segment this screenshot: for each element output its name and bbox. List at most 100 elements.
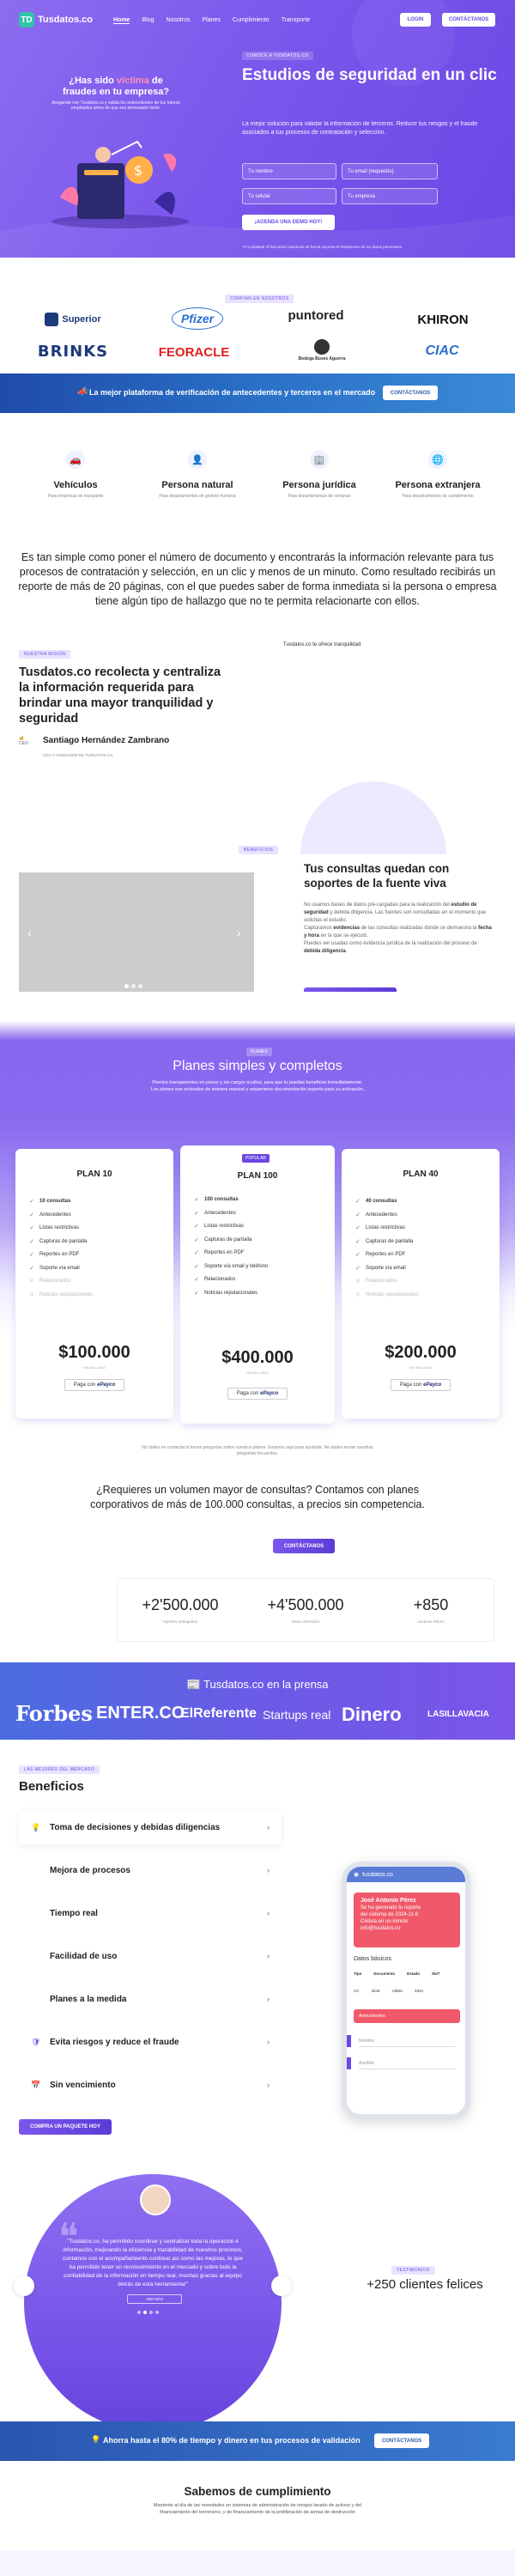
plan-feature: ✓ Noticias reputacionales <box>194 1287 268 1301</box>
testimonial-dot[interactable] <box>143 2311 147 2314</box>
schedule-demo-button[interactable]: ¡AGENDA UNA DEMO HOY! <box>242 215 335 230</box>
benefit-label: Sin vencimiento <box>50 2080 116 2090</box>
carousel-dots[interactable] <box>124 984 142 988</box>
category-persona-extranjera[interactable]: 🌐 Persona extranjera Para departamentos … <box>378 450 498 499</box>
nav-link-planes[interactable]: Planes <box>202 17 220 24</box>
testimonial-dots[interactable] <box>137 2311 159 2314</box>
compliance-title: Sabemos de cumplimiento <box>184 2485 331 2498</box>
nav-link-blog[interactable]: Blog <box>142 17 154 24</box>
carousel-dot[interactable] <box>124 984 129 988</box>
decorative-blob <box>300 781 446 854</box>
newspaper-icon: 📰 <box>186 1678 201 1691</box>
pay-with-epayco-button[interactable]: Paga con ePayco <box>64 1379 124 1391</box>
testimonial-more-button[interactable]: VER MÁS <box>127 2294 182 2304</box>
chevron-right-icon: › <box>267 1909 270 1917</box>
pay-with-epayco-button[interactable]: Paga con ePayco <box>391 1379 451 1391</box>
ceo-signature: ✍ CEO <box>19 736 28 746</box>
clients-tag: CONFÍAN EN NOSOTROS <box>225 295 294 303</box>
phone-field: Nombre <box>359 2035 455 2047</box>
check-icon: ✓ <box>194 1290 199 1297</box>
nav-link-cumplimiento[interactable]: Cumplimiento <box>233 17 270 24</box>
testimonial-dot[interactable] <box>149 2311 153 2314</box>
benefit-label: Evita riesgos y reduce el fraude <box>50 2037 179 2047</box>
login-button[interactable]: LOGIN <box>400 13 431 27</box>
company-input[interactable]: Tu empresa <box>342 188 438 204</box>
platform-banner-text: La mejor plataforma de verificación de a… <box>89 388 376 397</box>
benefit-item[interactable]: Mejora de procesos › <box>19 1853 282 1887</box>
press-logo-dinero: Dinero <box>342 1704 402 1725</box>
carousel-dot[interactable] <box>131 984 136 988</box>
pay-with-epayco-button[interactable]: Paga con ePayco <box>227 1388 288 1400</box>
nav-link-nosotros[interactable]: Nosotros <box>166 17 190 24</box>
check-icon: ✓ <box>29 1212 34 1218</box>
check-icon: ✓ <box>29 1199 34 1205</box>
corporate-contact-button[interactable]: CONTÁCTANOS <box>273 1539 335 1553</box>
benefit-item[interactable]: 📅 Sin vencimiento › <box>19 2068 282 2102</box>
check-icon: ✓ <box>29 1238 34 1245</box>
calendar-icon: 📅 <box>31 2080 41 2089</box>
testimonial-dot[interactable] <box>155 2311 159 2314</box>
testimonial-next-button[interactable] <box>271 2275 292 2296</box>
plan-feature: ✓ Antecedentes <box>29 1209 93 1223</box>
testimonials-tag: TESTIMONIOS <box>391 2266 435 2275</box>
plan-features: ✓ 40 consultas ✓ Antecedentes ✓ Listas restri… <box>355 1195 419 1302</box>
phone-report-card: José Antonio Pérez Se ha generado tu rep… <box>354 1893 460 1947</box>
evidence-carousel[interactable]: ‹ › <box>19 872 254 994</box>
category-name: Persona jurídica <box>282 480 356 490</box>
phone-input[interactable]: Tu celular <box>242 188 336 204</box>
benefit-item[interactable]: 🛡 Evita riesgos y reduce el fraude › <box>19 2025 282 2059</box>
logo-text: Tusdatos.co <box>38 15 93 25</box>
carousel-prev-icon[interactable]: ‹ <box>27 926 32 939</box>
plan-price: $200.000 <box>385 1343 457 1362</box>
platform-banner-button[interactable]: CONTÁCTANOS <box>383 386 438 400</box>
person-icon: 👤 <box>188 450 207 469</box>
carousel-dot[interactable] <box>138 984 142 988</box>
category-persona-natural[interactable]: 👤 Persona natural Para departamentos de … <box>137 450 258 499</box>
benefits-buy-button[interactable]: COMPRA UN PAQUETE HOY <box>19 2119 112 2135</box>
nav-link-transporte[interactable]: Transporte <box>282 17 311 24</box>
stat-label: Datos obtenidos <box>291 1619 320 1624</box>
benefit-item[interactable]: Facilidad de uso › <box>19 1939 282 1973</box>
benefit-item[interactable]: 💡 Toma de decisiones y debidas diligencia… <box>19 1810 282 1844</box>
press-logo-elreferente: ElReferente <box>180 1706 257 1721</box>
chevron-right-icon: › <box>267 1952 270 1960</box>
mission-tag: NUESTRA MISIÓN <box>19 650 71 659</box>
hero-illustration: $ <box>52 140 189 228</box>
testimonial-prev-button[interactable] <box>14 2275 34 2296</box>
category-vehiculos[interactable]: 🚗 Vehículos Para empresas de transporte <box>15 450 136 499</box>
plan-feature: ✓ Capturas de pantalla <box>194 1234 268 1248</box>
carousel-next-icon[interactable]: › <box>237 926 241 939</box>
client-logo-puntored: puntored <box>288 307 344 323</box>
contact-button[interactable]: CONTÁCTANOS <box>442 13 495 27</box>
plan-feature: ✓ Soporte vía email <box>29 1262 93 1276</box>
plan-feature: ✕ Relacionados <box>29 1275 93 1289</box>
plan-features: ✓ 10 consultas ✓ Antecedentes ✓ Listas restri… <box>29 1195 93 1302</box>
fraud-title: ¿Has sido víctima de fraudes en tu empre… <box>62 76 170 97</box>
check-icon: ✓ <box>194 1236 199 1243</box>
site-logo[interactable]: TD Tusdatos.co <box>19 12 93 27</box>
email-input[interactable]: Tu email (requerido) <box>342 163 438 179</box>
plan-feature: ✕ Noticias reputacionales <box>355 1289 419 1303</box>
stat-label: reportes entregados <box>162 1619 198 1624</box>
savings-banner-button[interactable]: CONTÁCTANOS <box>374 2433 429 2448</box>
testimonial-dot[interactable] <box>137 2311 141 2314</box>
benefit-item[interactable]: Planes a la medida › <box>19 1982 282 2016</box>
check-icon: ✓ <box>194 1263 199 1270</box>
globe-icon: 🌐 <box>428 450 447 469</box>
phone-pink-bar: Antecedentes <box>354 2009 460 2023</box>
chevron-right-icon: › <box>267 1823 270 1832</box>
name-input[interactable]: Tu nombre <box>242 163 336 179</box>
benefit-item[interactable]: Tiempo real › <box>19 1896 282 1930</box>
check-icon: ✓ <box>355 1199 360 1205</box>
benefit-label: Toma de decisiones y debidas diligencias <box>50 1822 221 1832</box>
plan-feature: ✓ 100 consultas <box>194 1194 268 1207</box>
bulb-icon: 💡 <box>31 1822 41 1832</box>
hero-section: TD Tusdatos.co Home Blog Nosotros Planes… <box>0 0 515 258</box>
category-persona-juridica[interactable]: 🏢 Persona jurídica Para departamentos de… <box>259 450 379 499</box>
client-logo-khiron: KHIRON <box>417 312 469 327</box>
benefit-label: Facilidad de uso <box>50 1951 118 1961</box>
phone-field: Apellido <box>359 2057 455 2069</box>
plan-price-note: IVA INCLUIDO <box>409 1365 433 1370</box>
nav-link-home[interactable]: Home <box>113 17 130 24</box>
plan-feature: ✓ Soporte vía email <box>355 1262 419 1276</box>
